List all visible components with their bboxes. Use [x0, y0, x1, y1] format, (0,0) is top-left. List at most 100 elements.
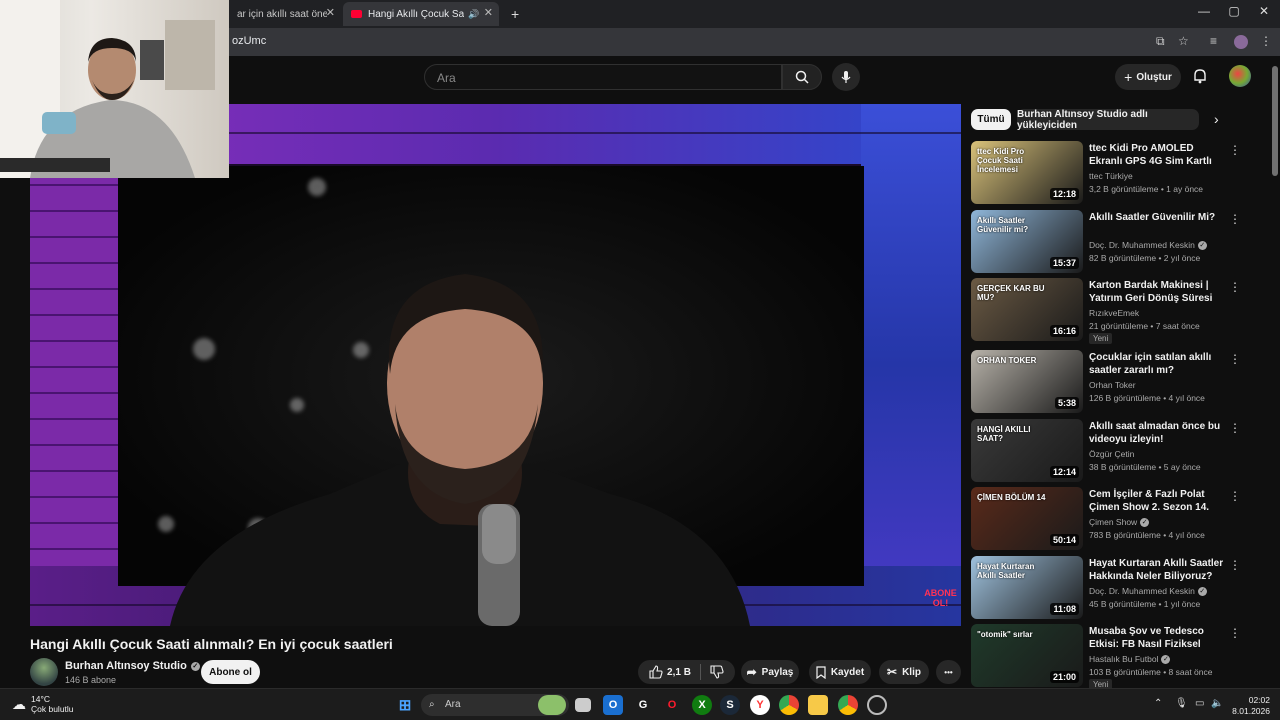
new-tab-button[interactable]: + — [503, 2, 521, 26]
video-thumbnail[interactable]: "otomik" sırlar 21:00 — [971, 624, 1083, 687]
more-options-icon[interactable]: ⋮ — [1229, 489, 1241, 503]
task-view-icon[interactable] — [575, 698, 591, 712]
recommendation-item[interactable]: Hayat Kurtaran Akıllı Saatler 11:08 Hayat … — [971, 556, 1251, 620]
chip-all[interactable]: Tümü — [971, 109, 1011, 130]
more-options-icon[interactable]: ⋮ — [1229, 558, 1241, 572]
recommendation-item[interactable]: GERÇEK KAR BU MU? 16:16 Karton Bardak Maki… — [971, 278, 1251, 344]
share-button[interactable]: ➦ Paylaş — [741, 660, 799, 684]
video-player[interactable]: ABONE OL! — [30, 104, 961, 626]
yandex-icon[interactable]: Y — [750, 695, 770, 715]
recommendation-title[interactable]: Karton Bardak Makinesi | Yatırım Geri Dö… — [1089, 279, 1227, 306]
tray-chevron-icon[interactable]: ⌃ — [1154, 698, 1162, 709]
recommendation-channel[interactable]: ttec Türkiye — [1089, 171, 1133, 181]
more-options-icon[interactable]: ⋮ — [1229, 626, 1241, 640]
recommendation-channel[interactable]: Doç. Dr. Muhammed Keskin — [1089, 586, 1195, 596]
chip-uploader[interactable]: Burhan Altınsoy Studio adlı yükleyiciden — [1017, 109, 1199, 131]
recommendation-channel[interactable]: Özgür Çetin — [1089, 449, 1134, 459]
recommendation-title[interactable]: Akıllı saat almadan önce bu videoyu izle… — [1089, 420, 1227, 446]
maximize-button[interactable]: ▢ — [1224, 4, 1244, 18]
recommendation-channel[interactable]: Orhan Toker — [1089, 380, 1136, 390]
file-explorer-icon[interactable] — [808, 695, 828, 715]
install-app-icon[interactable]: ⧉ — [1156, 34, 1165, 49]
recommendation-item[interactable]: "otomik" sırlar 21:00 Musaba Şov ve Tedesc… — [971, 624, 1251, 690]
chrome-icon[interactable] — [779, 695, 799, 715]
xbox-icon[interactable]: X — [692, 695, 712, 715]
video-thumbnail[interactable]: ORHAN TOKER 5:38 — [971, 350, 1083, 413]
opera-icon[interactable]: O — [662, 695, 682, 715]
more-options-icon[interactable]: ⋮ — [1229, 143, 1241, 157]
app-g-icon[interactable]: G — [633, 695, 653, 715]
outlook-icon[interactable]: O — [603, 695, 623, 715]
voice-search-button[interactable] — [832, 63, 860, 91]
chrome-active-icon[interactable] — [838, 695, 858, 715]
more-options-icon[interactable]: ⋮ — [1229, 352, 1241, 366]
subscribe-button[interactable]: Abone ol — [201, 660, 260, 684]
recommendation-channel-row: RızıkveEmek — [1089, 308, 1139, 318]
account-avatar[interactable] — [1229, 65, 1251, 87]
chevron-right-icon[interactable]: › — [1214, 111, 1219, 127]
recommendation-title[interactable]: Hayat Kurtaran Akıllı Saatler Hakkında N… — [1089, 557, 1227, 583]
bookmark-star-icon[interactable]: ☆ — [1178, 34, 1189, 48]
close-tab-icon[interactable]: ✕ — [326, 6, 335, 19]
recommendation-channel[interactable]: RızıkveEmek — [1089, 308, 1139, 318]
profile-icon[interactable] — [1234, 35, 1248, 49]
app-misc-icon[interactable] — [867, 695, 887, 715]
more-options-icon[interactable]: ⋮ — [1229, 212, 1241, 226]
channel-name-row[interactable]: Burhan Altınsoy Studio ✓ — [65, 660, 200, 672]
steam-icon[interactable]: S — [720, 695, 740, 715]
speaker-icon[interactable]: 🔊 — [468, 9, 479, 20]
video-thumbnail[interactable]: ÇİMEN BÖLÜM 14 50:14 — [971, 487, 1083, 550]
recommendation-channel[interactable]: Doç. Dr. Muhammed Keskin — [1089, 240, 1195, 250]
search-highlight-icon — [538, 695, 566, 715]
recommendation-title[interactable]: Musaba Şov ve Tedesco Etkisi: FB Nasıl F… — [1089, 625, 1227, 652]
create-button[interactable]: + Oluştur — [1115, 64, 1181, 90]
notifications-bell-icon[interactable] — [1192, 68, 1208, 84]
recommendation-meta: 783 B görüntüleme • 4 yıl önce — [1089, 530, 1205, 540]
scrollbar-thumb[interactable] — [1272, 66, 1278, 176]
video-thumbnail[interactable]: ttec Kidi Pro Çocuk Saati İncelemesi 12:1… — [971, 141, 1083, 204]
close-window-button[interactable]: ✕ — [1254, 4, 1274, 18]
video-thumbnail[interactable]: GERÇEK KAR BU MU? 16:16 — [971, 278, 1083, 341]
media-controls-icon[interactable]: ≡ — [1210, 34, 1217, 48]
recommendation-title[interactable]: Cem İşçiler & Fazlı Polat Çimen Show 2. … — [1089, 488, 1227, 515]
recommendation-item[interactable]: HANGİ AKILLI SAAT? 12:14 Akıllı saat almad… — [971, 419, 1251, 483]
more-options-icon[interactable]: ⋮ — [1229, 280, 1241, 294]
recommendation-channel[interactable]: Hastalık Bu Futbol — [1089, 654, 1158, 664]
weather-widget[interactable]: ☁ 14°C Çok bulutlu — [12, 694, 74, 714]
browser-tab-1[interactable]: ar için akıllı saat önerilen ✕ — [229, 2, 341, 26]
recommendation-item[interactable]: Akıllı Saatler Güvenilir mi? 15:37 Akıllı … — [971, 210, 1251, 274]
close-tab-icon[interactable]: ✕ — [484, 6, 493, 19]
taskbar-clock[interactable]: 02:02 8.01.2026 — [1228, 695, 1270, 717]
recommendation-title[interactable]: Akıllı Saatler Güvenilir Mi? — [1089, 211, 1227, 224]
url-text[interactable]: ozUmc — [232, 35, 266, 47]
recommendation-item[interactable]: ÇİMEN BÖLÜM 14 50:14 Cem İşçiler & Fazlı P… — [971, 487, 1251, 551]
search-button[interactable] — [782, 64, 822, 90]
more-actions-button[interactable]: ••• — [936, 660, 961, 684]
browser-tab-2[interactable]: Hangi Akıllı Çocuk Saati alı 🔊 ✕ — [343, 2, 499, 26]
recommendation-title[interactable]: Çocuklar için satılan akıllı saatler zar… — [1089, 351, 1227, 377]
channel-avatar[interactable] — [30, 658, 58, 686]
recommendation-channel[interactable]: Çimen Show — [1089, 517, 1137, 527]
video-thumbnail[interactable]: Hayat Kurtaran Akıllı Saatler 11:08 — [971, 556, 1083, 619]
channel-name[interactable]: Burhan Altınsoy Studio — [65, 660, 187, 672]
display-tray-icon[interactable]: ▭ — [1195, 698, 1204, 709]
video-thumbnail[interactable]: HANGİ AKILLI SAAT? 12:14 — [971, 419, 1083, 482]
start-menu-icon[interactable]: ⊞ — [395, 695, 415, 715]
browser-menu-icon[interactable]: ⋮ — [1260, 34, 1272, 48]
recommendation-title[interactable]: ttec Kidi Pro AMOLED Ekranlı GPS 4G Sim … — [1089, 142, 1227, 169]
cloud-icon: ☁ — [12, 695, 26, 712]
video-thumbnail[interactable]: Akıllı Saatler Güvenilir mi? 15:37 — [971, 210, 1083, 273]
recommendation-item[interactable]: ORHAN TOKER 5:38 Çocuklar için satılan akı… — [971, 350, 1251, 414]
search-input[interactable]: Ara — [424, 64, 782, 90]
microphone-tray-icon[interactable]: 🎙 — [1175, 698, 1188, 709]
clip-button[interactable]: ✂ Klip — [879, 660, 929, 684]
subscribe-overlay-badge[interactable]: ABONE OL! — [920, 588, 961, 608]
like-button[interactable]: 2,1 B — [649, 665, 691, 679]
more-options-icon[interactable]: ⋮ — [1229, 421, 1241, 435]
thumbs-down-icon[interactable] — [710, 665, 724, 679]
volume-tray-icon[interactable]: 🔈 — [1211, 698, 1223, 709]
thumbnail-text: Hayat Kurtaran Akıllı Saatler — [977, 562, 1035, 580]
recommendation-item[interactable]: ttec Kidi Pro Çocuk Saati İncelemesi 12:1… — [971, 141, 1251, 205]
save-button[interactable]: Kaydet — [809, 660, 871, 684]
minimize-button[interactable]: — — [1194, 4, 1214, 18]
